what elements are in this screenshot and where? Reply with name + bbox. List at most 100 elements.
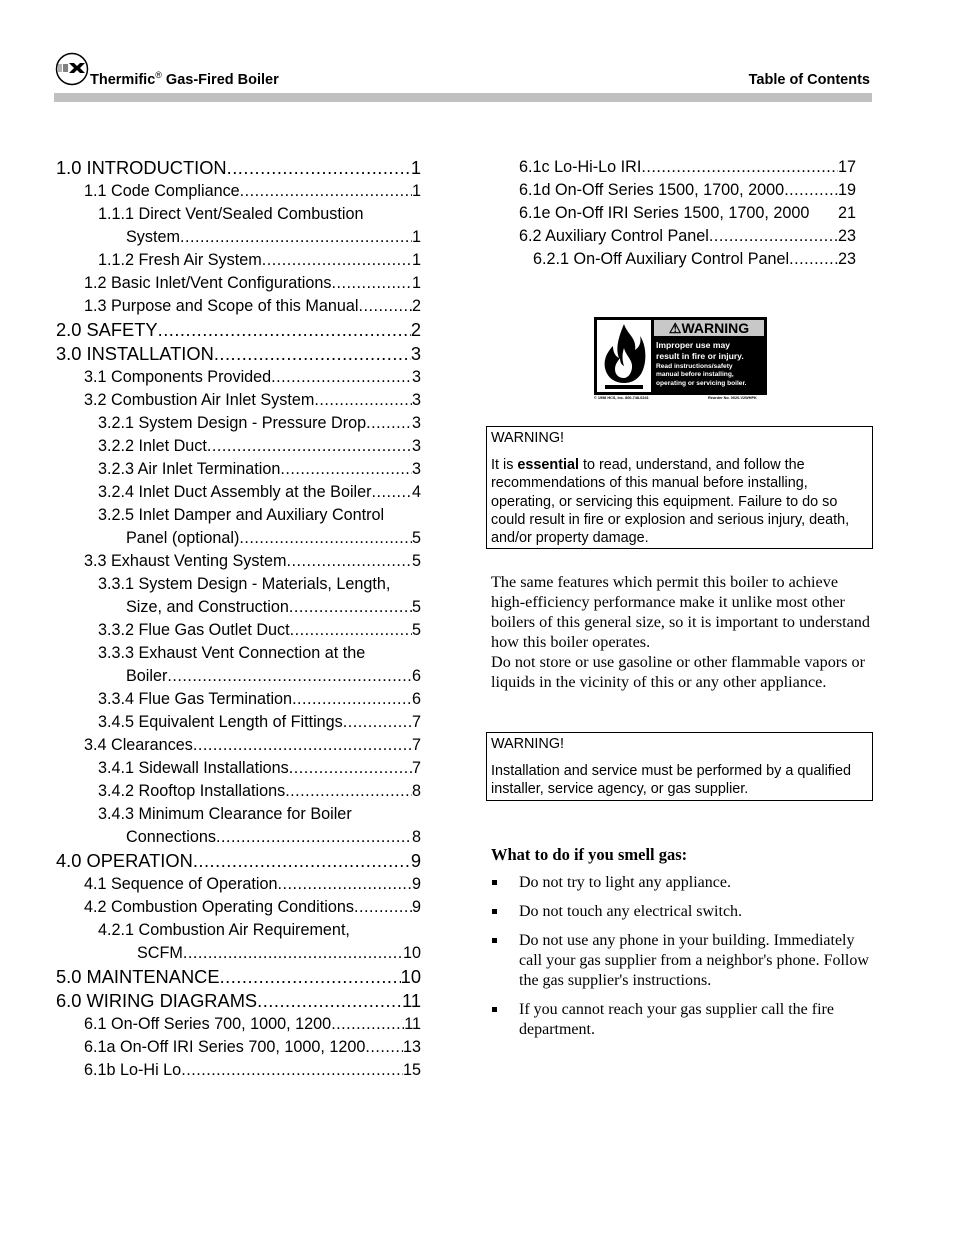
toc-entry[interactable]: 3.2.4 Inlet Duct Assembly at the Boiler 4 xyxy=(56,481,421,504)
toc-entry[interactable]: 3.3.4 Flue Gas Termination 6 xyxy=(56,688,421,711)
toc-entry[interactable]: 6.1e On-Off IRI Series 1500, 1700, 2000 … xyxy=(519,202,856,225)
toc-entry[interactable]: 1.1.1 Direct Vent/Sealed Combustion Syste… xyxy=(56,203,421,249)
toc-page-number: 3 xyxy=(410,343,421,364)
toc-dot-leader xyxy=(280,458,412,481)
toc-dot-leader xyxy=(641,156,838,179)
toc-dot-leader xyxy=(365,1036,403,1059)
toc-dot-leader xyxy=(289,596,412,619)
warning-box-body: It is essential to read, understand, and… xyxy=(491,456,868,547)
warning-box-installation: WARNING! Installation and service must b… xyxy=(486,732,873,801)
toc-entry[interactable]: 3.4.2 Rooftop Installations 8 xyxy=(56,780,421,803)
toc-page-number: 1 xyxy=(411,251,421,269)
toc-entry[interactable]: 6.1 On-Off Series 700, 1000, 1200 11 xyxy=(56,1013,421,1036)
toc-entry[interactable]: 6.2 Auxiliary Control Panel 23 xyxy=(519,225,856,248)
warning-label-reorder-number: Reorder No. 0020-V2WHPK xyxy=(708,396,757,400)
toc-entry[interactable]: 2.0 SAFETY 2 xyxy=(56,318,421,342)
toc-entry[interactable]: 3.4.3 Minimum Clearance for Boiler Connec… xyxy=(56,803,421,849)
toc-entry-title: 3.4.5 Equivalent Length of Fittings xyxy=(98,713,343,731)
toc-entry[interactable]: 6.1d On-Off Series 1500, 1700, 2000 19 xyxy=(519,179,856,202)
toc-entry-title: 6.1b Lo-Hi Lo xyxy=(84,1061,182,1079)
toc-page-number: 5 xyxy=(411,529,421,547)
toc-dot-leader xyxy=(262,249,412,272)
list-item-text: If you cannot reach your gas supplier ca… xyxy=(519,1001,834,1038)
toc-dot-leader xyxy=(278,873,412,896)
toc-entry[interactable]: 3.2.1 System Design - Pressure Drop 3 xyxy=(56,412,421,435)
toc-page-number: 5 xyxy=(411,598,421,616)
toc-entry[interactable]: 6.1a On-Off IRI Series 700, 1000, 1200 1… xyxy=(56,1036,421,1059)
toc-entry[interactable]: 3.2.5 Inlet Damper and Auxiliary Control… xyxy=(56,504,421,550)
toc-entry-title: Size, and Construction xyxy=(126,598,289,616)
toc-entry-title: 3.2.1 System Design - Pressure Drop xyxy=(98,414,367,432)
toc-dot-leader xyxy=(366,412,412,435)
toc-entry-title: SCFM xyxy=(137,944,183,962)
toc-entry[interactable]: 1.2 Basic Inlet/Vent Configurations 1 xyxy=(56,272,421,295)
toc-entry[interactable]: 5.0 MAINTENANCE 10 xyxy=(56,965,421,989)
toc-entry[interactable]: 6.0 WIRING DIAGRAMS 11 xyxy=(56,989,421,1013)
toc-page-number: 2 xyxy=(411,297,421,315)
toc-dot-leader xyxy=(240,180,412,203)
toc-entry[interactable]: 3.2.3 Air Inlet Termination 3 xyxy=(56,458,421,481)
toc-page-number: 7 xyxy=(411,759,421,777)
toc-entry[interactable]: 1.1 Code Compliance 1 xyxy=(56,180,421,203)
toc-entry[interactable]: 3.3.3 Exhaust Vent Connection at the Boil… xyxy=(56,642,421,688)
toc-dot-leader xyxy=(789,248,838,271)
toc-page-number: 6 xyxy=(411,690,421,708)
warning-label-sub: Read instructions/safety manual before i… xyxy=(656,363,747,388)
toc-entry[interactable]: 6.2.1 On-Off Auxiliary Control Panel 23 xyxy=(519,248,856,271)
toc-entry-title: 1.1.1 Direct Vent/Sealed Combustion xyxy=(98,205,364,223)
toc-page-number: 3 xyxy=(411,368,421,386)
toc-entry-title: 3.3.3 Exhaust Vent Connection at the xyxy=(98,644,366,662)
toc-entry[interactable]: 3.3 Exhaust Venting System 5 xyxy=(56,550,421,573)
toc-entry[interactable]: 4.2 Combustion Operating Conditions 9 xyxy=(56,896,421,919)
toc-entry[interactable]: 3.4.1 Sidewall Installations 7 xyxy=(56,757,421,780)
thermific-logo-icon xyxy=(55,52,89,86)
toc-entry[interactable]: 3.3.1 System Design - Materials, Length,… xyxy=(56,573,421,619)
toc-page-number: 11 xyxy=(402,990,421,1011)
list-item-text: Do not try to light any appliance. xyxy=(519,874,731,891)
toc-entry[interactable]: 3.4 Clearances 7 xyxy=(56,734,421,757)
toc-entry[interactable]: 1.3 Purpose and Scope of this Manual 2 xyxy=(56,295,421,318)
toc-entry[interactable]: 4.0 OPERATION 9 xyxy=(56,849,421,873)
toc-entry[interactable]: 3.1 Components Provided 3 xyxy=(56,366,421,389)
toc-entry-title: 4.2 Combustion Operating Conditions xyxy=(84,898,354,916)
toc-dot-leader xyxy=(183,942,403,965)
toc-entry[interactable]: 3.0 INSTALLATION 3 xyxy=(56,342,421,366)
gas-instructions-list: Do not try to light any appliance. Do no… xyxy=(491,873,876,1049)
toc-entry-title: 6.2 Auxiliary Control Panel xyxy=(519,227,709,245)
toc-entry-title: 3.3.2 Flue Gas Outlet Duct xyxy=(98,621,290,639)
toc-page-number: 19 xyxy=(837,181,856,199)
toc-dot-leader xyxy=(239,527,412,550)
list-item: Do not try to light any appliance. xyxy=(491,873,876,893)
toc-dot-leader xyxy=(180,226,412,249)
toc-entry-title: 1.0 INTRODUCTION xyxy=(56,157,227,178)
toc-dot-leader xyxy=(181,1059,403,1082)
toc-entry[interactable]: 1.1.2 Fresh Air System 1 xyxy=(56,249,421,272)
warning-label-sub-line: Read instructions/safety xyxy=(656,363,733,370)
toc-entry[interactable]: 4.1 Sequence of Operation 9 xyxy=(56,873,421,896)
toc-entry[interactable]: 3.2.2 Inlet Duct 3 xyxy=(56,435,421,458)
list-item: Do not use any phone in your building. I… xyxy=(491,931,876,991)
warning-box-essential: WARNING! It is essential to read, unders… xyxy=(486,426,873,549)
header-rule xyxy=(54,93,872,102)
toc-entry[interactable]: 6.1b Lo-Hi Lo 15 xyxy=(56,1059,421,1082)
toc-entry[interactable]: 3.4.5 Equivalent Length of Fittings 7 xyxy=(56,711,421,734)
warning-label-heading-text: WARNING xyxy=(681,320,750,336)
warning-label-main-line: result in fire or injury. xyxy=(656,350,744,361)
toc-page-number: 9 xyxy=(411,898,421,916)
toc-dot-leader xyxy=(167,665,412,688)
toc-entry[interactable]: 1.0 INTRODUCTION 1 xyxy=(56,156,421,180)
toc-page-number: 3 xyxy=(411,391,421,409)
toc-right-column: 6.1c Lo-Hi-Lo IRI 176.1d On-Off Series 1… xyxy=(519,156,856,271)
list-item: Do not touch any electrical switch. xyxy=(491,902,876,922)
warning-label-sub-line: manual before installing, xyxy=(656,371,734,379)
toc-page-number: 6 xyxy=(411,667,421,685)
toc-entry[interactable]: 3.3.2 Flue Gas Outlet Duct 5 xyxy=(56,619,421,642)
toc-entry[interactable]: 3.2 Combustion Air Inlet System 3 xyxy=(56,389,421,412)
warning-triangle-icon: ⚠ xyxy=(668,320,682,336)
warning-body-prefix: It is xyxy=(491,457,518,474)
toc-entry[interactable]: 4.2.1 Combustion Air Requirement, SCFM 10 xyxy=(56,919,421,965)
toc-entry-title: 6.0 WIRING DIAGRAMS xyxy=(56,990,258,1011)
toc-dot-leader xyxy=(214,342,411,366)
document-brand: Thermific® Gas-Fired Boiler xyxy=(90,71,279,89)
toc-entry[interactable]: 6.1c Lo-Hi-Lo IRI 17 xyxy=(519,156,856,179)
